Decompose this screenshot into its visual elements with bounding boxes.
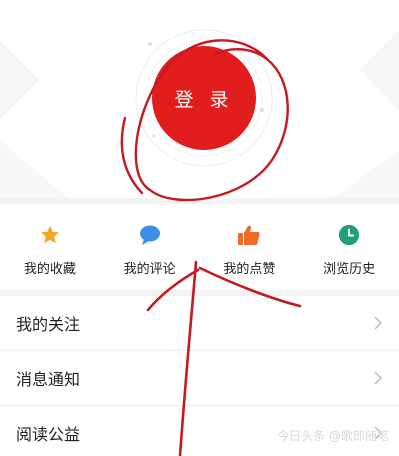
shortcut-label: 我的收藏 <box>23 262 76 277</box>
menu-item-following[interactable]: 我的关注 <box>0 296 399 351</box>
chevron-right-icon <box>374 371 383 385</box>
menu-item-reading-charity[interactable]: 阅读公益 <box>0 406 399 456</box>
star-icon <box>37 222 63 248</box>
comment-icon <box>137 222 163 248</box>
menu-item-notifications[interactable]: 消息通知 <box>0 351 399 406</box>
shortcut-bar: 我的收藏 我的评论 我的点赞 浏览历史 <box>0 204 399 290</box>
menu-item-label: 我的关注 <box>16 315 81 334</box>
shortcut-label: 我的评论 <box>123 262 176 277</box>
settings-menu: 我的关注 消息通知 阅读公益 <box>0 296 399 456</box>
login-button[interactable]: 登 录 <box>152 46 256 150</box>
shortcut-label: 我的点赞 <box>223 262 276 277</box>
thumbs-up-icon <box>236 222 262 248</box>
chevron-right-icon <box>374 316 383 330</box>
shortcut-history[interactable]: 浏览历史 <box>299 204 399 290</box>
shortcut-likes[interactable]: 我的点赞 <box>200 204 300 290</box>
chevron-right-icon <box>374 426 383 440</box>
shortcut-comments[interactable]: 我的评论 <box>100 204 200 290</box>
menu-item-label: 消息通知 <box>16 370 81 389</box>
shortcut-label: 浏览历史 <box>323 262 376 277</box>
login-hero: 登 录 <box>0 0 399 200</box>
clock-icon <box>336 222 362 248</box>
menu-item-label: 阅读公益 <box>16 425 81 444</box>
shortcut-favorites[interactable]: 我的收藏 <box>0 204 100 290</box>
